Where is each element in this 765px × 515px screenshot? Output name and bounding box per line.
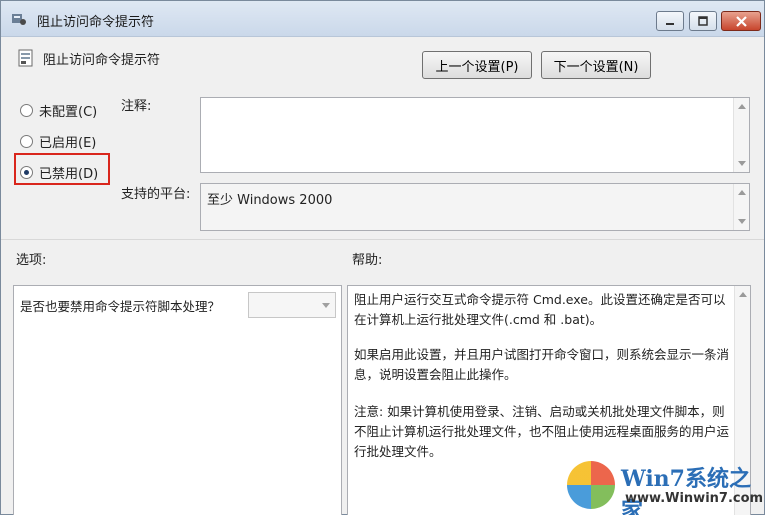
- platform-field: 至少 Windows 2000: [200, 183, 750, 231]
- maximize-icon: [698, 16, 708, 26]
- minimize-button[interactable]: [656, 11, 684, 31]
- next-setting-button[interactable]: 下一个设置(N): [541, 51, 651, 79]
- maximize-button[interactable]: [689, 11, 717, 31]
- help-paragraph: 如果启用此设置，并且用户试图打开命令窗口，则系统会显示一条消息，说明设置会阻止此…: [354, 347, 730, 382]
- radio-circle[interactable]: [20, 135, 33, 148]
- help-paragraph: 注意: 如果计算机使用登录、注销、启动或关机批处理文件脚本，则不阻止计算机运行批…: [354, 404, 730, 459]
- radio-label: 未配置(C): [39, 105, 98, 120]
- options-panel: 是否也要禁用命令提示符脚本处理？: [13, 285, 342, 515]
- scroll-down-icon[interactable]: [738, 161, 746, 166]
- scroll-up-icon[interactable]: [739, 292, 747, 297]
- radio-not-configured[interactable]: 未配置(C): [20, 101, 97, 120]
- previous-setting-button[interactable]: 上一个设置(P): [422, 51, 532, 79]
- close-button[interactable]: [721, 11, 761, 31]
- comment-label: 注释:: [121, 99, 152, 114]
- policy-icon: [12, 14, 26, 25]
- windows-logo-icon: [567, 461, 615, 509]
- option-question: 是否也要禁用命令提示符脚本处理？: [20, 299, 221, 314]
- help-label: 帮助:: [352, 253, 383, 268]
- radio-enabled[interactable]: 已启用(E): [20, 132, 96, 151]
- selection-highlight-box: [14, 153, 110, 185]
- options-label: 选项:: [16, 253, 47, 268]
- platform-value: 至少 Windows 2000: [207, 193, 333, 208]
- radio-label: 已启用(E): [39, 136, 97, 151]
- scroll-down-icon[interactable]: [738, 219, 746, 224]
- platform-label: 支持的平台:: [121, 187, 191, 202]
- setting-icon: [18, 49, 33, 67]
- scroll-up-icon[interactable]: [738, 104, 746, 109]
- section-divider: [1, 239, 764, 240]
- radio-circle[interactable]: [20, 104, 33, 117]
- help-paragraph: 阻止用户运行交互式命令提示符 Cmd.exe。此设置还确定是否可以在计算机上运行…: [354, 292, 726, 327]
- window-title: 阻止访问命令提示符: [37, 15, 155, 30]
- platform-scrollbar[interactable]: [733, 184, 749, 230]
- scroll-up-icon[interactable]: [738, 190, 746, 195]
- chevron-down-icon[interactable]: [322, 303, 330, 308]
- policy-dialog-window: 阻止访问命令提示符 阻止访问命令提示符 上一个设置(P) 下一个设置(N) 未配…: [0, 0, 765, 515]
- close-icon: [735, 15, 747, 27]
- comment-scrollbar[interactable]: [733, 98, 749, 172]
- watermark-brand: Win7系统之家: [621, 466, 751, 515]
- setting-title: 阻止访问命令提示符: [43, 53, 161, 68]
- title-bar[interactable]: 阻止访问命令提示符: [1, 1, 764, 37]
- watermark: Win7系统之家 www.Winwin7.com: [567, 459, 764, 515]
- comment-textarea[interactable]: [200, 97, 750, 173]
- minimize-icon: [666, 23, 674, 25]
- watermark-url: www.Winwin7.com: [625, 491, 764, 506]
- script-processing-dropdown[interactable]: [248, 292, 336, 318]
